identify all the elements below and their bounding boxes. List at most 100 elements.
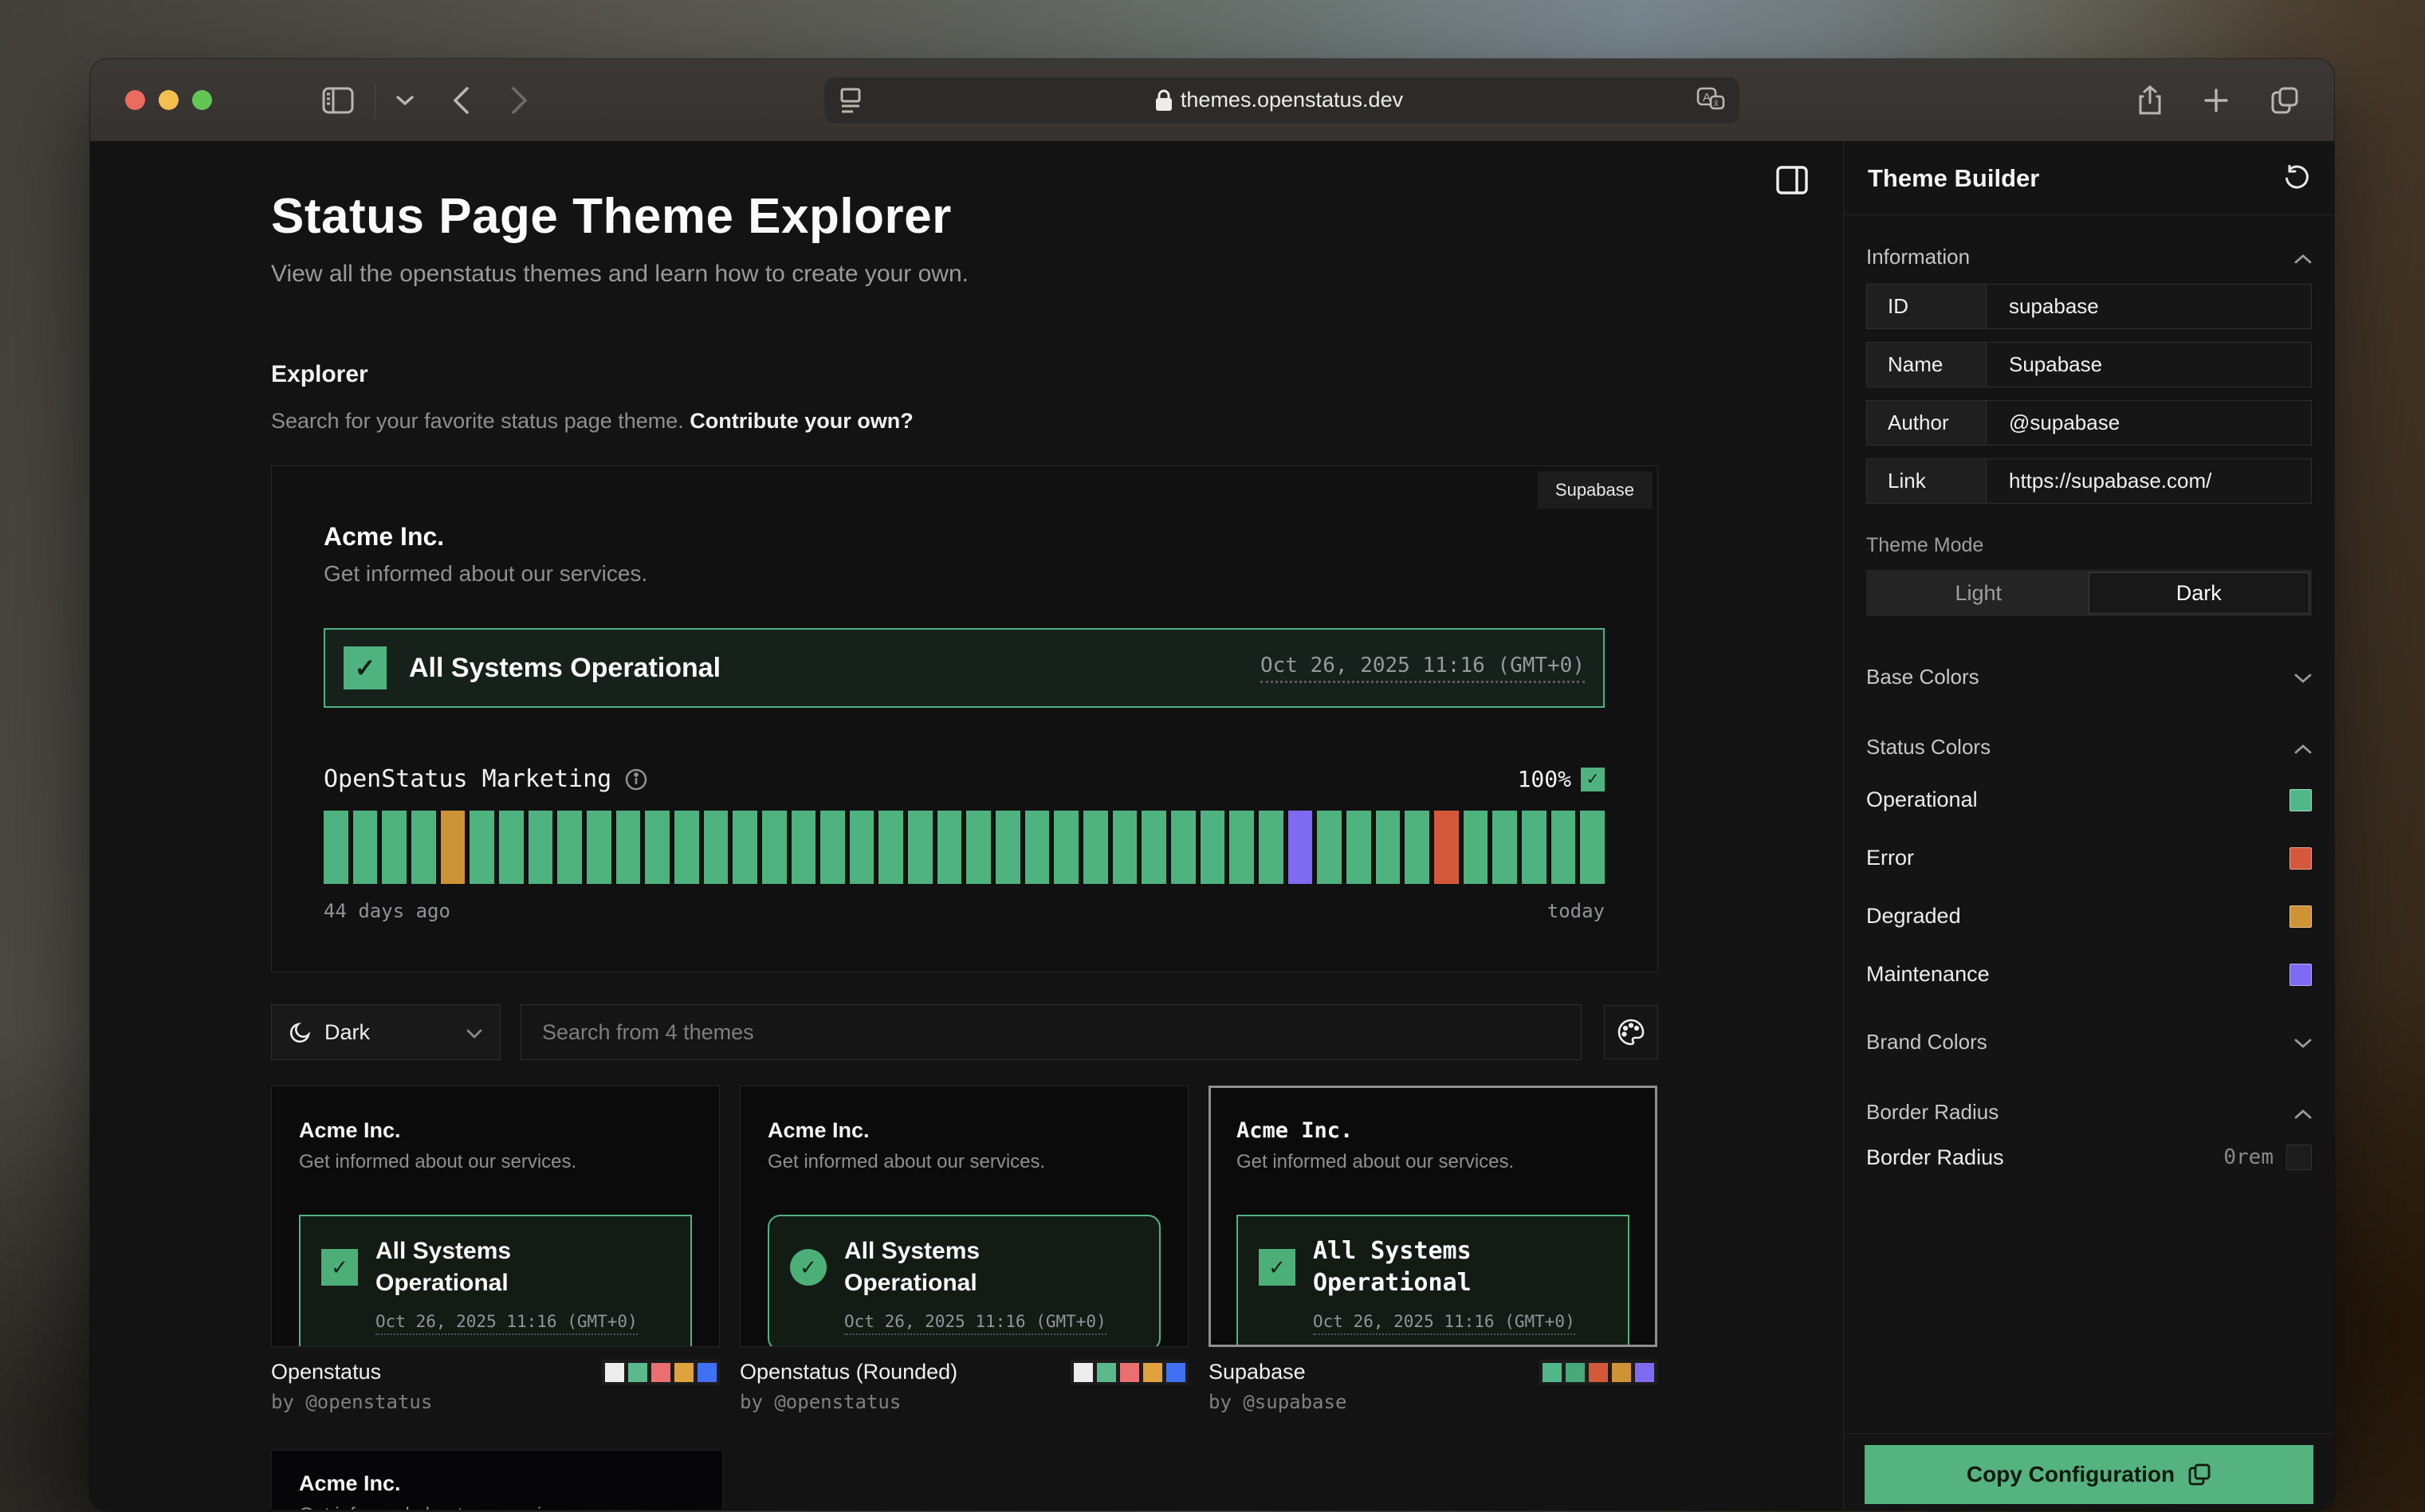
uptime-bar-operational[interactable] [557, 811, 582, 884]
sidebar-toggle-icon[interactable] [322, 87, 354, 114]
share-icon[interactable] [2138, 85, 2162, 116]
minimize-button[interactable] [159, 90, 179, 110]
card-description: Get informed about our services. [768, 1151, 1161, 1173]
section-status-colors[interactable]: Status Colors [1866, 728, 2312, 766]
uptime-bar-maintenance[interactable] [1288, 811, 1313, 884]
status-color-swatch[interactable] [2289, 847, 2312, 870]
new-tab-icon[interactable] [2203, 85, 2229, 116]
info-row-value[interactable]: Supabase [1987, 343, 2311, 387]
back-icon[interactable] [452, 86, 470, 115]
theme-mode-option-dark[interactable]: Dark [2089, 572, 2310, 614]
theme-card-partial[interactable]: Acme Inc. Get informed about our service… [271, 1450, 723, 1510]
uptime-bar-operational[interactable] [908, 811, 933, 884]
theme-search-input[interactable] [521, 1004, 1582, 1060]
status-color-swatch[interactable] [2289, 964, 2312, 986]
uptime-bar-operational[interactable] [382, 811, 407, 884]
uptime-bar-operational[interactable] [1376, 811, 1401, 884]
uptime-bar-operational[interactable] [1259, 811, 1283, 884]
uptime-bar-operational[interactable] [1171, 811, 1196, 884]
uptime-bar-operational[interactable] [587, 811, 611, 884]
info-row-value[interactable]: supabase [1987, 285, 2311, 328]
theme-card-supabase[interactable]: Acme Inc.Get informed about our services… [1209, 1086, 1657, 1347]
uptime-bar-operational[interactable] [1346, 811, 1371, 884]
section-information[interactable]: Information [1866, 238, 2312, 276]
chevron-up-icon [2294, 1100, 2312, 1125]
forward-icon[interactable] [511, 86, 529, 115]
section-brand-colors[interactable]: Brand Colors [1866, 1023, 2312, 1061]
card-status-banner: ✓All Systems OperationalOct 26, 2025 11:… [1236, 1215, 1629, 1347]
uptime-bar-operational[interactable] [1113, 811, 1138, 884]
theme-card-openstatus[interactable]: Acme Inc.Get informed about our services… [271, 1086, 720, 1347]
theme-card-openstatus-rounded-[interactable]: Acme Inc.Get informed about our services… [740, 1086, 1189, 1347]
uptime-bar-operational[interactable] [792, 811, 816, 884]
status-color-rows: OperationalErrorDegradedMaintenance [1866, 771, 2312, 1003]
uptime-bar-operational[interactable] [1551, 811, 1576, 884]
panel-toggle-icon[interactable] [1776, 166, 1808, 198]
copy-configuration-button[interactable]: Copy Configuration [1865, 1445, 2313, 1504]
uptime-bar-operational[interactable] [1317, 811, 1342, 884]
theme-color-swatch [1589, 1363, 1608, 1382]
uptime-bar-operational[interactable] [762, 811, 787, 884]
uptime-bar-operational[interactable] [353, 811, 378, 884]
zoom-button[interactable] [192, 90, 212, 110]
theme-column: Acme Inc.Get informed about our services… [1209, 1086, 1657, 1413]
uptime-bar-operational[interactable] [1054, 811, 1079, 884]
section-border-radius[interactable]: Border Radius [1866, 1093, 2312, 1131]
uptime-bar-degraded[interactable] [441, 811, 466, 884]
uptime-bar-operational[interactable] [1492, 811, 1517, 884]
uptime-bar-operational[interactable] [1464, 811, 1488, 884]
status-color-swatch[interactable] [2289, 789, 2312, 811]
uptime-bar-operational[interactable] [616, 811, 641, 884]
uptime-bar-operational[interactable] [966, 811, 991, 884]
uptime-bar-operational[interactable] [470, 811, 494, 884]
reset-icon[interactable] [2283, 165, 2310, 192]
uptime-bar-error[interactable] [1434, 811, 1459, 884]
uptime-bar-operational[interactable] [529, 811, 553, 884]
tab-overview-icon[interactable] [2270, 85, 2299, 116]
uptime-bar-operational[interactable] [645, 811, 670, 884]
uptime-bar-operational[interactable] [324, 811, 348, 884]
theme-color-swatch [605, 1363, 624, 1382]
info-row-value[interactable]: https://supabase.com/ [1987, 459, 2311, 503]
preview-description: Get informed about our services. [324, 561, 1605, 587]
status-row-degraded: Degraded [1866, 887, 2312, 945]
uptime-bar-operational[interactable] [499, 811, 524, 884]
status-color-swatch[interactable] [2289, 905, 2312, 928]
uptime-bar-operational[interactable] [1083, 811, 1108, 884]
uptime-bar-operational[interactable] [820, 811, 845, 884]
uptime-bar-operational[interactable] [1229, 811, 1254, 884]
info-row-value[interactable]: @supabase [1987, 401, 2311, 445]
uptime-bar-operational[interactable] [1142, 811, 1166, 884]
contribute-link[interactable]: Contribute your own? [690, 409, 913, 433]
uptime-bar-operational[interactable] [1201, 811, 1225, 884]
uptime-bar-operational[interactable] [850, 811, 874, 884]
uptime-bar-operational[interactable] [733, 811, 757, 884]
status-check-icon: ✓ [344, 646, 387, 689]
info-row-label: Name [1867, 343, 1987, 387]
border-radius-swatch[interactable] [2286, 1145, 2312, 1170]
translate-icon[interactable]: A x̂ [1696, 87, 1725, 114]
theme-builder-panel: Theme Builder Information IDsupabaseName… [1843, 142, 2334, 1510]
mode-dropdown[interactable]: Dark [271, 1004, 501, 1060]
status-banner-timestamp[interactable]: Oct 26, 2025 11:16 (GMT+0) [1260, 654, 1585, 683]
address-bar[interactable]: themes.openstatus.dev A x̂ [823, 77, 1740, 124]
uptime-bar-operational[interactable] [937, 811, 962, 884]
status-row-label: Degraded [1866, 904, 1961, 929]
uptime-bar-operational[interactable] [704, 811, 729, 884]
uptime-bar-operational[interactable] [411, 811, 436, 884]
chevron-down-icon[interactable] [396, 95, 414, 106]
uptime-bar-operational[interactable] [1025, 811, 1050, 884]
uptime-bar-operational[interactable] [674, 811, 699, 884]
uptime-bar-operational[interactable] [1405, 811, 1429, 884]
uptime-bar-operational[interactable] [1580, 811, 1605, 884]
uptime-bar-operational[interactable] [878, 811, 903, 884]
uptime-bar-operational[interactable] [1522, 811, 1547, 884]
reader-view-icon[interactable] [839, 87, 863, 114]
close-button[interactable] [125, 90, 145, 110]
theme-mode-option-light[interactable]: Light [1869, 572, 2089, 614]
section-base-colors[interactable]: Base Colors [1866, 658, 2312, 696]
uptime-bar-operational[interactable] [996, 811, 1020, 884]
info-icon[interactable] [624, 768, 648, 791]
theme-card-label: Supabaseby @supabase [1209, 1360, 1657, 1413]
palette-button[interactable] [1604, 1005, 1658, 1059]
